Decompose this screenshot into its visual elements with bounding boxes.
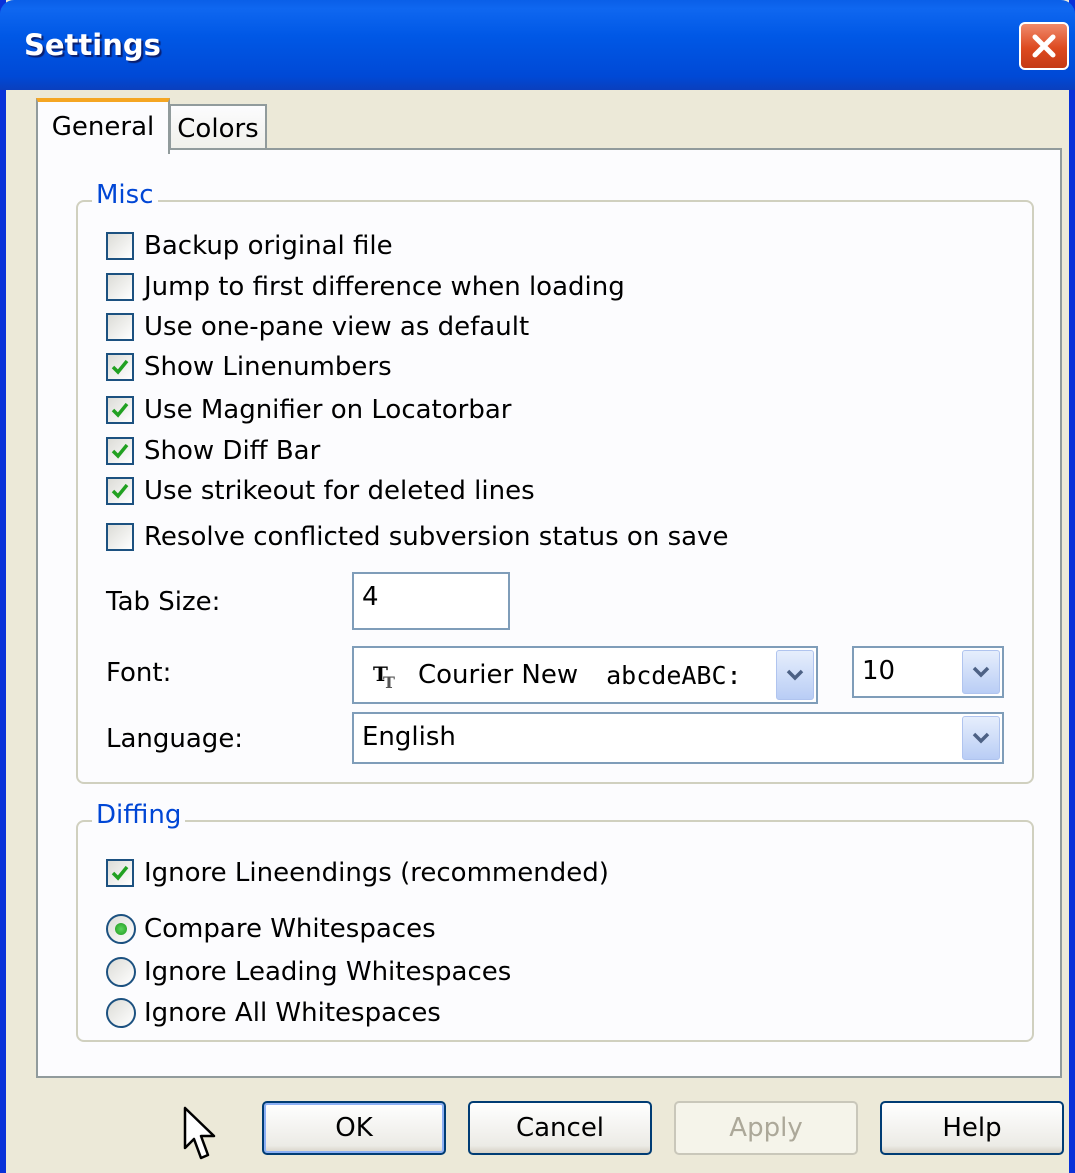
checkbox-box bbox=[106, 437, 134, 465]
font-label: Font: bbox=[106, 658, 172, 688]
language-value: English bbox=[362, 722, 456, 752]
font-select-content: T T Courier New abcdeABC: bbox=[372, 660, 742, 690]
checkbox-label: Backup original file bbox=[144, 231, 393, 261]
chevron-down-icon bbox=[786, 669, 804, 681]
language-select[interactable]: English bbox=[352, 712, 1004, 764]
font-name: Courier New bbox=[418, 660, 579, 690]
checkbox-box bbox=[106, 523, 134, 551]
checkbox-label: Ignore Lineendings (recommended) bbox=[144, 858, 609, 888]
checkbox-box bbox=[106, 477, 134, 505]
checkmark-icon bbox=[111, 443, 129, 459]
checkbox-label: Resolve conflicted subversion status on … bbox=[144, 522, 729, 552]
font-dropdown-button[interactable] bbox=[776, 650, 814, 700]
svg-text:T: T bbox=[383, 673, 395, 689]
window-title: Settings bbox=[24, 28, 161, 62]
misc-group-title: Misc bbox=[92, 180, 158, 210]
one-pane-view-checkbox[interactable]: Use one-pane view as default bbox=[106, 311, 529, 343]
truetype-font-icon: T T bbox=[373, 662, 395, 689]
radio-circle bbox=[106, 998, 136, 1028]
diffing-group-title: Diffing bbox=[92, 800, 186, 830]
checkbox-label: Show Diff Bar bbox=[144, 436, 321, 466]
checkbox-label: Jump to first difference when loading bbox=[144, 272, 625, 302]
tab-colors[interactable]: Colors bbox=[169, 104, 267, 150]
tab-general-label: General bbox=[51, 112, 155, 142]
language-dropdown-button[interactable] bbox=[962, 716, 1000, 760]
checkmark-icon bbox=[111, 359, 129, 375]
close-icon bbox=[1032, 34, 1056, 58]
font-sample: abcdeABC: bbox=[606, 660, 742, 690]
ignore-leading-whitespaces-radio[interactable]: Ignore Leading Whitespaces bbox=[106, 956, 511, 988]
font-size-dropdown-button[interactable] bbox=[962, 650, 1000, 694]
ok-button[interactable]: OK bbox=[262, 1101, 446, 1155]
cancel-button[interactable]: Cancel bbox=[468, 1101, 652, 1155]
tab-size-input[interactable]: 4 bbox=[352, 572, 510, 630]
ignore-all-whitespaces-radio[interactable]: Ignore All Whitespaces bbox=[106, 997, 441, 1029]
language-label: Language: bbox=[106, 724, 244, 754]
use-magnifier-checkbox[interactable]: Use Magnifier on Locatorbar bbox=[106, 394, 511, 426]
apply-button[interactable]: Apply bbox=[674, 1101, 858, 1155]
tab-size-value: 4 bbox=[362, 582, 379, 612]
close-button[interactable] bbox=[1019, 22, 1069, 70]
tab-size-label: Tab Size: bbox=[106, 587, 221, 617]
checkmark-icon bbox=[111, 402, 129, 418]
radio-label: Compare Whitespaces bbox=[144, 914, 436, 944]
checkbox-box bbox=[106, 273, 134, 301]
radio-circle bbox=[106, 914, 136, 944]
font-select[interactable]: T T Courier New abcdeABC: bbox=[352, 646, 818, 704]
checkbox-label: Use Magnifier on Locatorbar bbox=[144, 395, 512, 425]
mouse-pointer-icon bbox=[183, 1106, 216, 1160]
checkmark-icon bbox=[111, 865, 129, 881]
tab-colors-label: Colors bbox=[177, 114, 259, 144]
font-size-select[interactable]: 10 bbox=[852, 646, 1004, 698]
resolve-conflicted-checkbox[interactable]: Resolve conflicted subversion status on … bbox=[106, 521, 728, 553]
chevron-down-icon bbox=[972, 732, 990, 744]
radio-selected-dot bbox=[115, 923, 127, 935]
radio-label: Ignore Leading Whitespaces bbox=[144, 957, 512, 987]
checkbox-box bbox=[106, 396, 134, 424]
chevron-down-icon bbox=[972, 666, 990, 678]
jump-to-first-difference-checkbox[interactable]: Jump to first difference when loading bbox=[106, 271, 625, 303]
title-bar[interactable]: Settings bbox=[0, 0, 1075, 90]
checkbox-label: Show Linenumbers bbox=[144, 352, 392, 382]
font-size-value: 10 bbox=[862, 656, 896, 686]
radio-label: Ignore All Whitespaces bbox=[144, 998, 441, 1028]
general-tab-panel: Misc Backup original file Jump to first … bbox=[36, 148, 1062, 1078]
checkmark-icon bbox=[111, 483, 129, 499]
settings-dialog: Settings General Colors Misc Backup orig… bbox=[0, 0, 1075, 1173]
checkbox-box bbox=[106, 859, 134, 887]
use-strikeout-checkbox[interactable]: Use strikeout for deleted lines bbox=[106, 475, 535, 507]
checkbox-box bbox=[106, 353, 134, 381]
checkbox-box bbox=[106, 313, 134, 341]
radio-circle bbox=[106, 957, 136, 987]
checkbox-label: Use strikeout for deleted lines bbox=[144, 476, 535, 506]
help-button[interactable]: Help bbox=[880, 1101, 1064, 1155]
ignore-lineendings-checkbox[interactable]: Ignore Lineendings (recommended) bbox=[106, 857, 609, 889]
checkbox-label: Use one-pane view as default bbox=[144, 312, 530, 342]
checkbox-box bbox=[106, 232, 134, 260]
compare-whitespaces-radio[interactable]: Compare Whitespaces bbox=[106, 913, 436, 945]
show-linenumbers-checkbox[interactable]: Show Linenumbers bbox=[106, 351, 392, 383]
backup-original-file-checkbox[interactable]: Backup original file bbox=[106, 230, 393, 262]
show-diff-bar-checkbox[interactable]: Show Diff Bar bbox=[106, 435, 320, 467]
tab-general[interactable]: General bbox=[36, 98, 170, 154]
